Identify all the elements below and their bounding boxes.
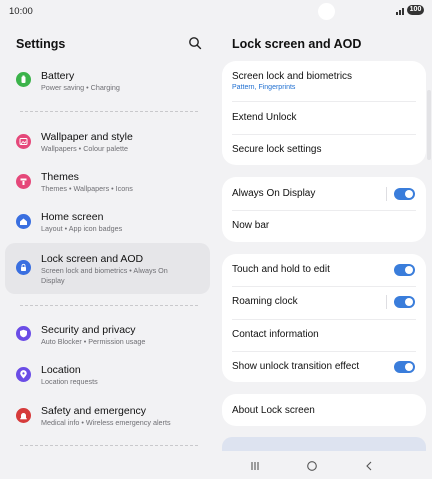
settings-item-home-screen[interactable]: Home screen Layout • App icon badges [5, 204, 210, 240]
settings-item-title: Battery [41, 70, 75, 82]
detail-title: Lock screen and AOD [232, 37, 362, 51]
row-secure-lock-settings[interactable]: Secure lock settings [222, 135, 426, 165]
settings-item-subtitle: Themes • Wallpapers • Icons [41, 184, 133, 193]
settings-card: Always On Display Now bar [222, 177, 426, 242]
row-label: Secure lock settings [232, 144, 322, 155]
settings-item-lock-screen[interactable]: Lock screen and AOD Screen lock and biom… [5, 243, 210, 294]
row-label: Always On Display [232, 188, 316, 199]
row-label: Extend Unlock [232, 112, 297, 123]
settings-item-title: Home screen [41, 211, 104, 223]
settings-item-title: Location [41, 364, 81, 376]
row-label: Show unlock transition effect [232, 361, 360, 372]
settings-item-title: Themes [41, 171, 79, 183]
settings-title: Settings [16, 37, 66, 51]
row-label: Screen lock and biometrics [232, 71, 353, 82]
settings-item-title: Safety and emergency [41, 405, 147, 417]
recents-icon[interactable] [248, 459, 262, 473]
back-chevron-icon[interactable] [362, 459, 376, 473]
settings-item-subtitle: Auto Blocker • Permission usage [41, 337, 146, 346]
settings-item-title: Wallpaper and style [41, 131, 133, 143]
lock-screen-detail-pane: Lock screen and AOD Screen lock and biom… [216, 24, 432, 451]
row-unlock-transition[interactable]: Show unlock transition effect [222, 352, 426, 382]
settings-item-safety[interactable]: Safety and emergency Medical info • Wire… [5, 398, 210, 434]
settings-card: Screen lock and biometrics Pattern, Fing… [222, 61, 426, 165]
battery-level: 100 [407, 5, 424, 15]
row-subtitle: Pattern, Fingerprints [232, 84, 296, 91]
emergency-icon [16, 408, 31, 423]
always-on-display-toggle[interactable] [394, 188, 415, 200]
settings-item-subtitle: Power saving • Charging [41, 83, 120, 92]
row-label: Now bar [232, 220, 270, 231]
settings-item-subtitle: Location requests [41, 377, 98, 386]
home-circle-icon[interactable] [305, 459, 319, 473]
settings-item-subtitle: Layout • App icon badges [41, 224, 123, 233]
settings-item-title: Security and privacy [41, 324, 136, 336]
home-icon [16, 214, 31, 229]
row-screen-lock-biometrics[interactable]: Screen lock and biometrics Pattern, Fing… [222, 61, 426, 101]
settings-item-subtitle: Screen lock and biometrics • Always On D… [41, 266, 168, 285]
settings-item-battery[interactable]: Battery Power saving • Charging [5, 64, 210, 100]
row-touch-hold-edit[interactable]: Touch and hold to edit [222, 254, 426, 286]
row-contact-information[interactable]: Contact information [222, 320, 426, 351]
toggle-separator [386, 187, 387, 201]
section-divider [20, 305, 198, 306]
scroll-handle[interactable] [427, 90, 431, 160]
row-label: Roaming clock [232, 296, 298, 307]
unlock-transition-toggle[interactable] [394, 361, 415, 373]
camera-cutout [318, 3, 335, 20]
settings-item-title: Lock screen and AOD [41, 253, 144, 265]
row-now-bar[interactable]: Now bar [222, 211, 426, 242]
status-bar: 10:00 100 [0, 0, 432, 24]
wallpaper-icon [16, 134, 31, 149]
settings-item-wallpaper[interactable]: Wallpaper and style Wallpapers • Colour … [5, 124, 210, 160]
row-label: Touch and hold to edit [232, 264, 330, 275]
settings-item-themes[interactable]: Themes Themes • Wallpapers • Icons [5, 164, 210, 200]
settings-item-subtitle: Medical info • Wireless emergency alerts [41, 418, 171, 427]
signal-bars-icon [396, 8, 404, 15]
section-divider [20, 111, 198, 112]
section-divider [20, 445, 198, 446]
partial-card [222, 437, 426, 451]
status-time: 10:00 [9, 6, 33, 17]
touch-hold-edit-toggle[interactable] [394, 264, 415, 276]
settings-card: Touch and hold to edit Roaming clock Con… [222, 254, 426, 382]
navigation-bar [0, 450, 432, 479]
shield-icon [16, 326, 31, 341]
search-icon[interactable] [188, 36, 202, 50]
row-label: Contact information [232, 329, 319, 340]
themes-icon [16, 174, 31, 189]
row-roaming-clock[interactable]: Roaming clock [222, 287, 426, 319]
toggle-separator [386, 295, 387, 309]
lock-icon [16, 260, 31, 275]
row-label: About Lock screen [232, 405, 315, 416]
location-pin-icon [16, 367, 31, 382]
row-extend-unlock[interactable]: Extend Unlock [222, 102, 426, 134]
roaming-clock-toggle[interactable] [394, 296, 415, 308]
row-about-lock-screen[interactable]: About Lock screen [222, 394, 426, 426]
battery-icon [16, 72, 31, 87]
settings-list-pane: Settings Battery Power saving • Charging… [0, 24, 216, 450]
settings-item-security[interactable]: Security and privacy Auto Blocker • Perm… [5, 316, 210, 352]
settings-item-subtitle: Wallpapers • Colour palette [41, 144, 128, 153]
row-always-on-display[interactable]: Always On Display [222, 177, 426, 210]
settings-item-location[interactable]: Location Location requests [5, 357, 210, 393]
settings-card: About Lock screen [222, 394, 426, 426]
